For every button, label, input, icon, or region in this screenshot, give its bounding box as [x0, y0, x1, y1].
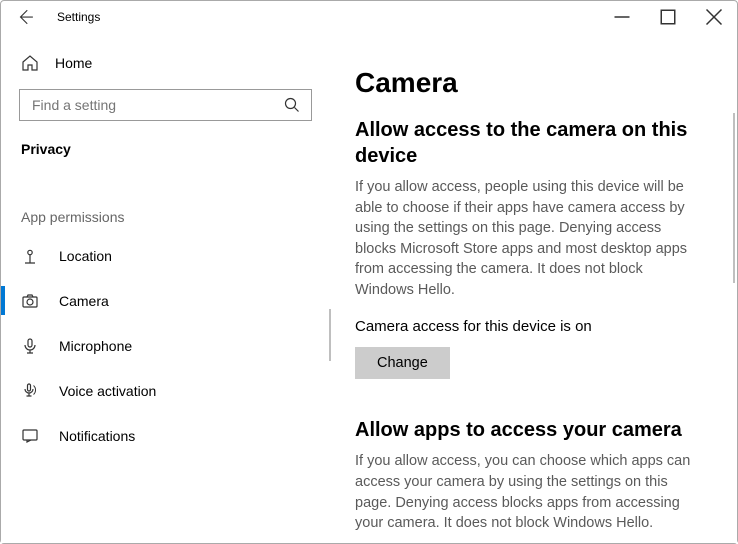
sidebar-item-label: Location	[59, 248, 112, 264]
titlebar: Settings	[1, 1, 737, 33]
back-button[interactable]	[1, 1, 49, 33]
notifications-icon	[21, 427, 39, 445]
maximize-button[interactable]	[645, 1, 691, 33]
sidebar: Home Privacy App permissions Location Ca…	[1, 33, 331, 543]
section1-heading: Allow access to the camera on this devic…	[355, 117, 713, 169]
minimize-button[interactable]	[599, 1, 645, 33]
sidebar-item-camera[interactable]: Camera	[1, 278, 331, 323]
page-title: Camera	[355, 67, 713, 99]
home-label: Home	[55, 55, 92, 71]
window-title: Settings	[49, 10, 100, 24]
maximize-icon	[659, 8, 677, 26]
sidebar-item-label: Voice activation	[59, 383, 156, 399]
group-label: App permissions	[1, 165, 331, 233]
microphone-icon	[21, 337, 39, 355]
close-icon	[705, 8, 723, 26]
sidebar-item-label: Microphone	[59, 338, 132, 354]
search-box[interactable]	[19, 89, 312, 121]
main-pane: Camera Allow access to the camera on thi…	[331, 33, 737, 543]
sidebar-item-microphone[interactable]: Microphone	[1, 323, 331, 368]
arrow-left-icon	[16, 8, 34, 26]
voice-activation-icon	[21, 382, 39, 400]
sidebar-item-location[interactable]: Location	[1, 233, 331, 278]
sidebar-item-voice-activation[interactable]: Voice activation	[1, 368, 331, 413]
location-icon	[21, 247, 39, 265]
section1-desc: If you allow access, people using this d…	[355, 177, 705, 300]
minimize-icon	[613, 8, 631, 26]
change-button[interactable]: Change	[355, 347, 450, 379]
right-scrollbar[interactable]	[733, 113, 735, 283]
close-button[interactable]	[691, 1, 737, 33]
search-icon	[283, 96, 301, 114]
section2-heading: Allow apps to access your camera	[355, 417, 713, 443]
sidebar-item-label: Camera	[59, 293, 109, 309]
search-input[interactable]	[30, 96, 283, 114]
sidebar-item-label: Notifications	[59, 428, 135, 444]
sidebar-item-notifications[interactable]: Notifications	[1, 413, 331, 458]
device-access-status: Camera access for this device is on	[355, 318, 713, 335]
category-label: Privacy	[1, 125, 331, 165]
home-icon	[21, 54, 39, 72]
camera-icon	[21, 292, 39, 310]
section2-desc: If you allow access, you can choose whic…	[355, 451, 705, 533]
home-nav[interactable]: Home	[1, 43, 331, 83]
